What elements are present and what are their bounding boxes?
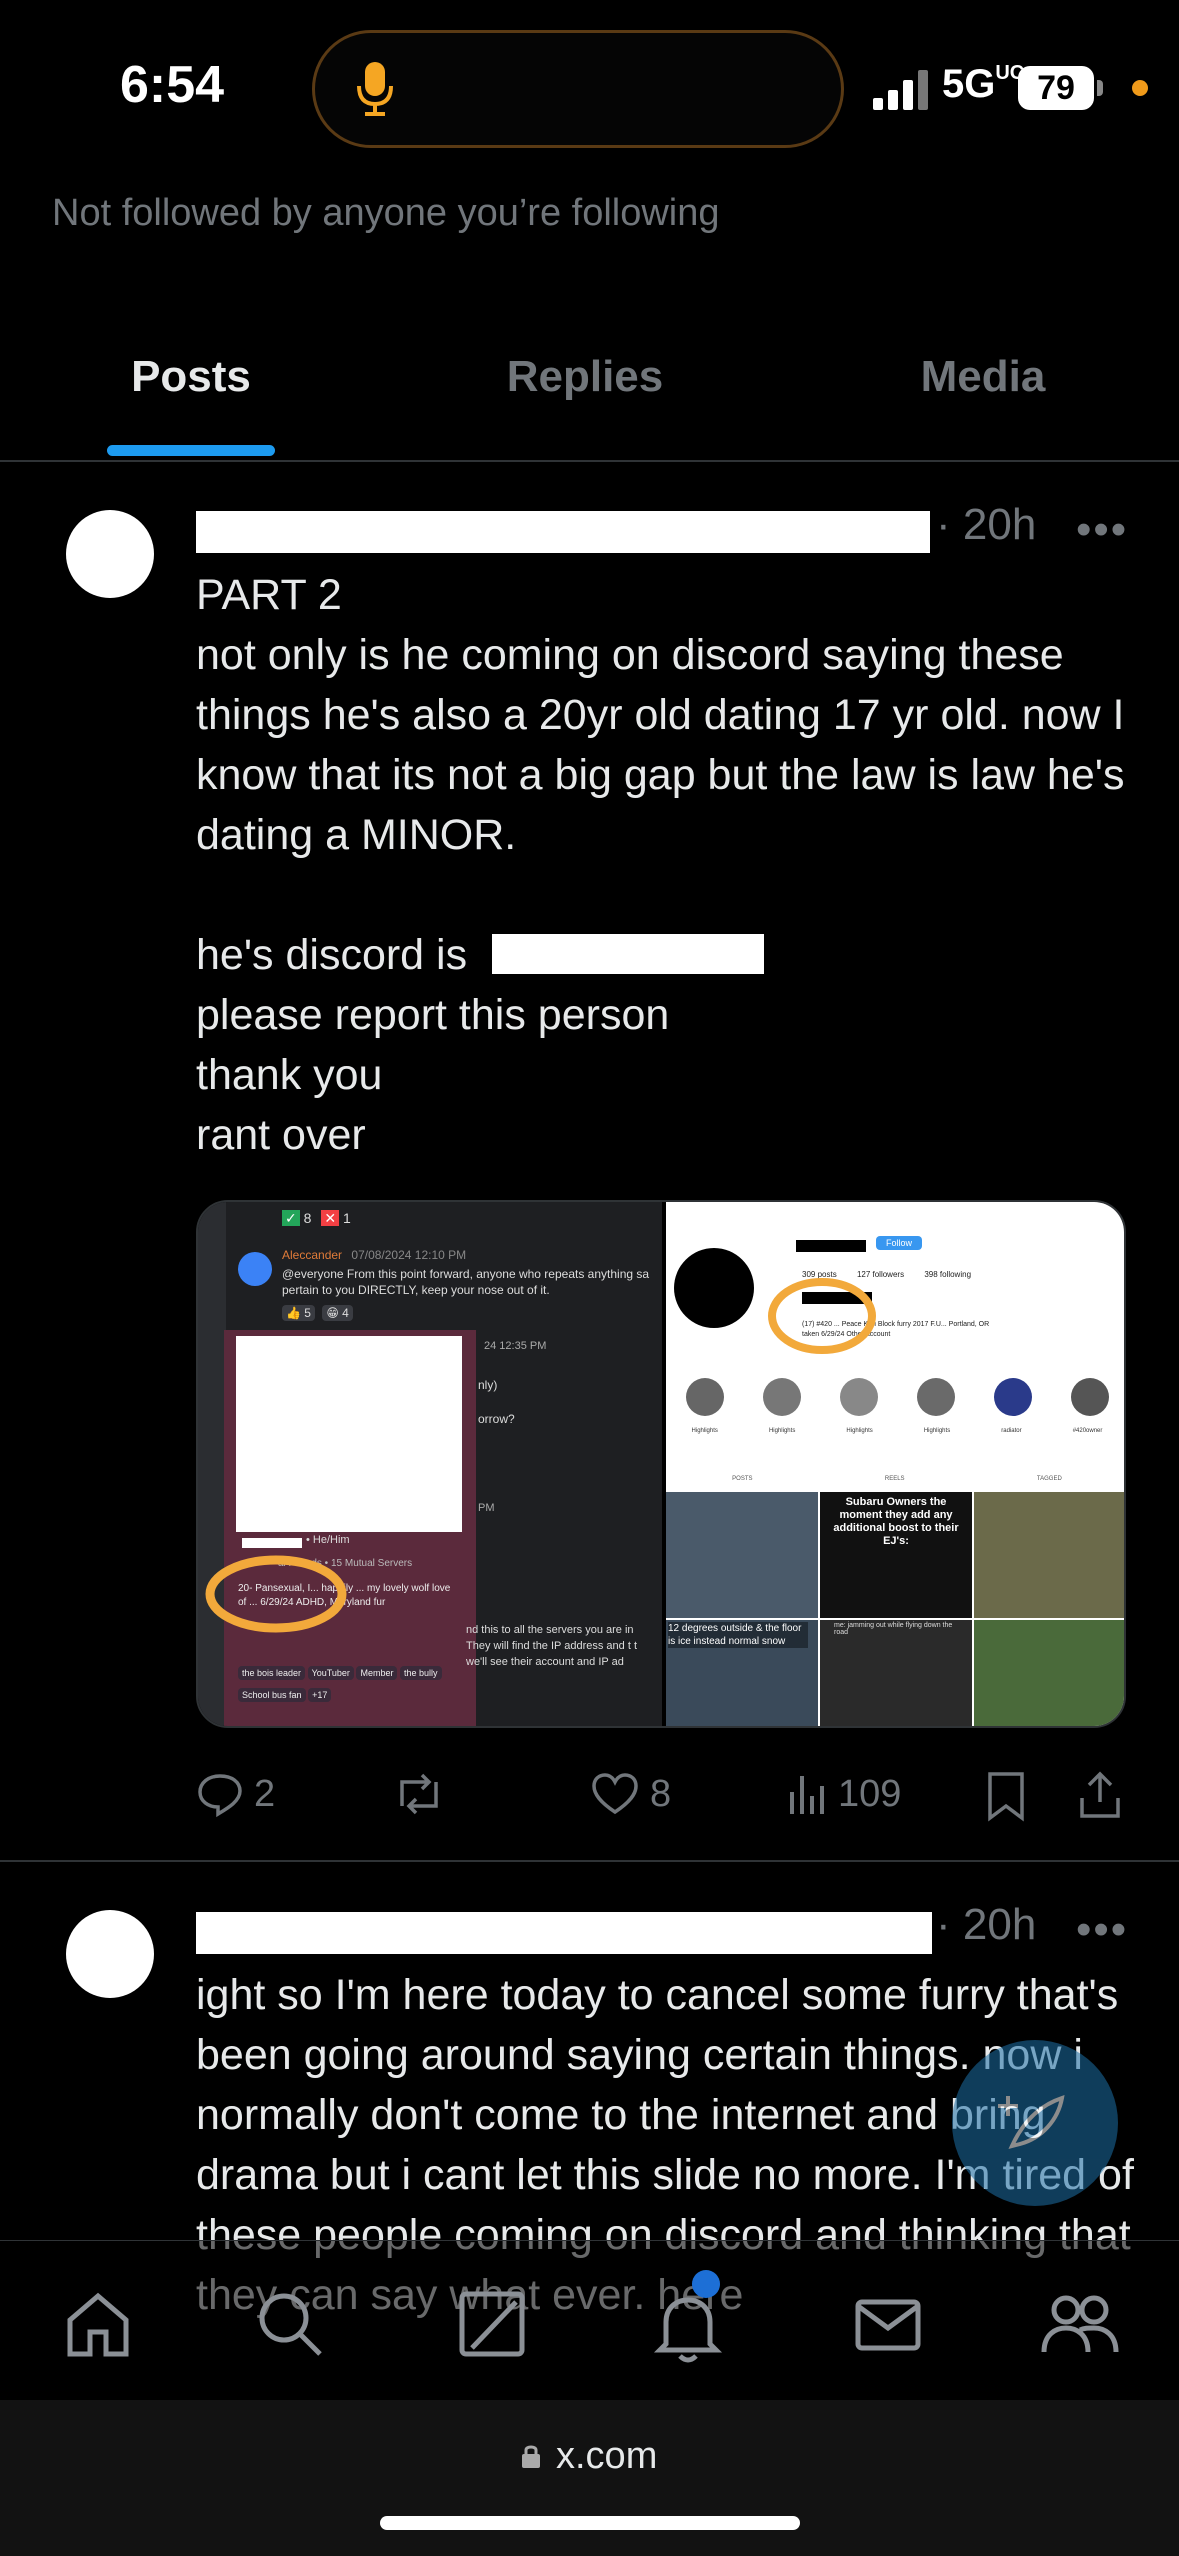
reply-icon — [198, 1774, 242, 1818]
bottom-navigation — [0, 2240, 1179, 2401]
url-text[interactable]: x.com — [556, 2435, 657, 2478]
share-button[interactable] — [1076, 1770, 1124, 1820]
reply-count: 2 — [254, 1772, 276, 1815]
notifications-icon[interactable] — [652, 2270, 724, 2371]
feather-plus-icon — [998, 2095, 1065, 2149]
highlight-circle — [768, 1278, 876, 1354]
active-tab-indicator — [107, 445, 275, 456]
post-media[interactable]: ✓ 8 ✕ 1 Aleccander 07/08/2024 12:10 PM @… — [196, 1200, 1126, 1728]
highlight-circle — [205, 1555, 347, 1633]
post-timestamp[interactable]: · 20h — [936, 1900, 1036, 1950]
avatar[interactable] — [66, 510, 154, 598]
redacted-profile-image — [236, 1336, 462, 1532]
messages-icon[interactable] — [852, 2288, 924, 2365]
compose-post-button[interactable] — [952, 2040, 1118, 2206]
lock-icon — [520, 2442, 542, 2475]
more-options-button[interactable]: ••• — [1076, 1905, 1128, 1955]
like-button[interactable]: 8 — [590, 1770, 671, 1818]
share-icon — [1080, 1771, 1120, 1818]
profile-picture — [674, 1248, 754, 1328]
privacy-indicator-dot — [1132, 80, 1148, 96]
battery-icon: 79 — [1018, 66, 1094, 110]
views-icon — [790, 1776, 824, 1814]
post-text-closing: please report this person thank you rant… — [196, 991, 670, 1159]
grok-icon[interactable] — [456, 2288, 528, 2365]
tabs-divider — [0, 460, 1179, 462]
home-icon[interactable] — [62, 2288, 134, 2365]
heart-icon — [592, 1773, 638, 1815]
tab-posts[interactable]: Posts — [41, 352, 341, 402]
repost-icon — [400, 1773, 438, 1815]
discord-avatar-icon — [238, 1252, 272, 1286]
discord-screenshot[interactable]: ✓ 8 ✕ 1 Aleccander 07/08/2024 12:10 PM @… — [198, 1202, 662, 1726]
more-options-button[interactable]: ••• — [1076, 505, 1128, 555]
tab-replies[interactable]: Replies — [435, 352, 735, 402]
search-icon[interactable] — [254, 2288, 326, 2365]
home-indicator[interactable] — [380, 2516, 800, 2530]
reply-button[interactable]: 2 — [196, 1770, 275, 1818]
status-time: 6:54 — [120, 56, 225, 114]
avatar[interactable] — [66, 1910, 154, 1998]
discord-message: @everyone From this point forward, anyon… — [282, 1267, 650, 1297]
tab-media[interactable]: Media — [833, 352, 1133, 402]
network-type: 5GUC — [942, 62, 1025, 106]
cellular-signal-icon — [873, 70, 931, 115]
battery-nub — [1097, 80, 1103, 96]
browser-url-bar — [0, 2400, 1179, 2556]
instagram-screenshot[interactable]: Follow 309 posts 127 followers 398 follo… — [666, 1202, 1124, 1726]
redacted-username — [196, 1912, 932, 1954]
bookmark-button[interactable] — [986, 1770, 1026, 1822]
post-timestamp[interactable]: · 20h — [936, 500, 1036, 550]
repost-button[interactable] — [392, 1770, 446, 1818]
post-text: PART 2 not only is he coming on discord … — [196, 571, 1125, 859]
microphone-icon — [355, 60, 395, 123]
views-button[interactable]: 109 — [788, 1770, 901, 1818]
not-followed-text: Not followed by anyone you’re following — [52, 192, 720, 234]
bookmark-icon — [988, 1772, 1024, 1822]
communities-icon[interactable] — [1040, 2288, 1120, 2365]
redacted-discord-handle — [492, 934, 764, 974]
like-count: 8 — [650, 1772, 672, 1815]
view-count: 109 — [838, 1772, 902, 1815]
post-divider — [0, 1860, 1179, 1862]
post-text-discord: he's discord is — [196, 931, 468, 979]
redacted-username — [196, 511, 930, 553]
notification-badge — [692, 2270, 720, 2298]
